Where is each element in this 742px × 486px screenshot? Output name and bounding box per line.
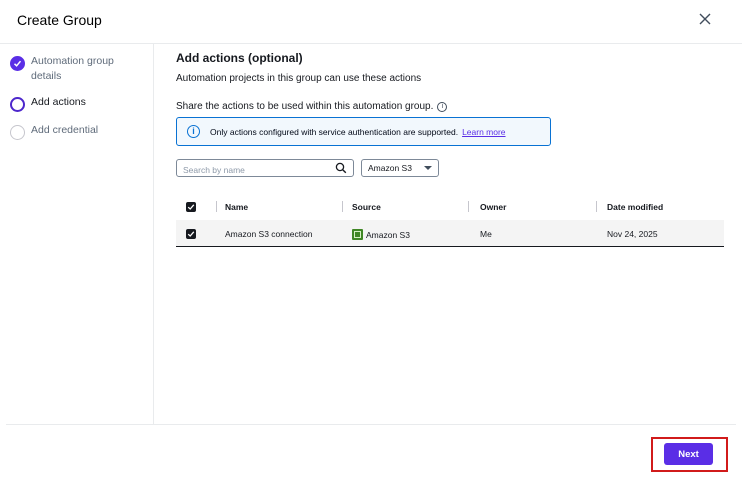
source-label: Amazon S3 [366, 230, 410, 240]
section-heading: Add actions (optional) [176, 51, 303, 65]
next-button[interactable]: Next [664, 443, 713, 465]
column-header-date-modified[interactable]: Date modified [607, 202, 663, 212]
pending-step-circle-icon [10, 125, 25, 140]
modal-title: Create Group [17, 12, 102, 28]
select-all-checkbox[interactable] [186, 202, 196, 212]
amazon-s3-icon [352, 229, 363, 240]
column-divider [216, 201, 217, 212]
step-add-credential[interactable]: Add credential [10, 123, 141, 140]
close-icon[interactable] [697, 11, 713, 27]
table-row[interactable]: Amazon S3 connection Amazon S3 Me Nov 24… [176, 220, 724, 247]
info-circle-icon: i [187, 125, 200, 138]
info-alert: i Only actions configured with service a… [176, 117, 551, 146]
column-header-owner[interactable]: Owner [480, 202, 506, 212]
search-field[interactable] [176, 159, 354, 178]
column-divider [468, 201, 469, 212]
source-filter-select[interactable]: Amazon S3 [361, 159, 439, 177]
column-header-source[interactable]: Source [352, 202, 381, 212]
modal-header: Create Group [0, 0, 742, 44]
section-description: Automation projects in this group can us… [176, 73, 422, 84]
cell-owner: Me [480, 229, 492, 239]
learn-more-link[interactable]: Learn more [462, 127, 505, 137]
select-value: Amazon S3 [368, 163, 412, 173]
table-header: Name Source Owner Date modified [176, 194, 724, 220]
wizard-steps: Automation group details Add actions Add… [0, 44, 154, 424]
footer-divider [6, 424, 736, 425]
active-step-circle-icon [10, 97, 25, 112]
step-add-actions[interactable]: Add actions [10, 95, 141, 112]
info-icon[interactable]: i [437, 101, 448, 112]
row-checkbox[interactable] [186, 229, 196, 239]
step-label: Automation group details [31, 55, 114, 82]
step-automation-group-details[interactable]: Automation group details [10, 54, 141, 84]
actions-table: Name Source Owner Date modified Amazon S… [176, 194, 724, 247]
cell-name: Amazon S3 connection [225, 229, 313, 239]
step-label: Add actions [31, 96, 86, 108]
cell-source: Amazon S3 [352, 229, 410, 240]
cell-date-modified: Nov 24, 2025 [607, 229, 658, 239]
column-divider [596, 201, 597, 212]
alert-message: Only actions configured with service aut… [210, 126, 459, 137]
share-label: Share the actions to be used within this… [176, 101, 448, 112]
column-divider [342, 201, 343, 212]
column-header-name[interactable]: Name [225, 202, 248, 212]
search-input[interactable] [177, 162, 327, 178]
step-label: Add credential [31, 124, 99, 136]
check-circle-icon [10, 56, 25, 71]
caret-down-icon [424, 166, 432, 170]
search-icon[interactable] [335, 162, 347, 174]
share-text: Share the actions to be used within this… [176, 101, 434, 112]
